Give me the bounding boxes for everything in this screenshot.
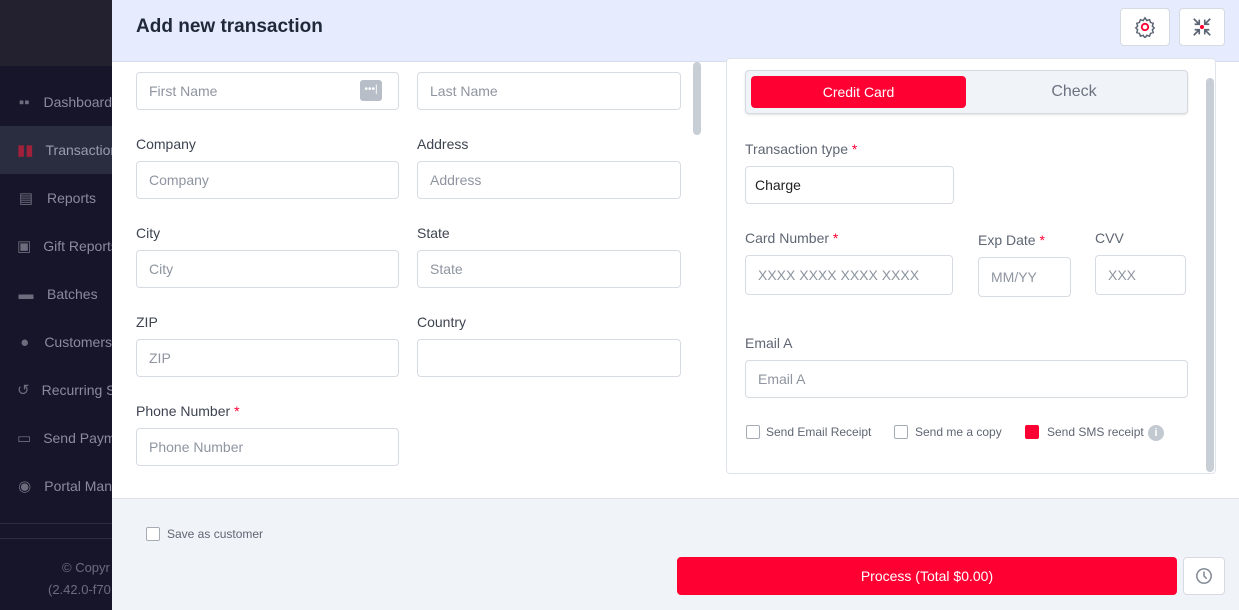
save-customer-checkbox[interactable] [146,527,160,541]
exp-date-input[interactable]: MM/YY [978,257,1071,297]
copyright-text: © Copyr [62,560,110,575]
portal-icon: ◉ [18,478,32,495]
add-transaction-panel: Add new transaction First Name •••| Last… [112,0,1239,610]
version-text: (2.42.0-f70 [48,582,111,597]
grid-icon: ▪▪ [18,93,30,111]
receipt-icon: ▮▮ [17,142,34,159]
city-label: City [136,225,161,241]
country-select[interactable] [417,339,681,377]
company-input[interactable]: Company [136,161,399,199]
address-input[interactable]: Address [417,161,681,199]
panel-footer: Save as customer Process (Total $0.00) [112,498,1239,610]
info-icon[interactable]: i [1148,425,1164,441]
phone-label: Phone Number * [136,403,240,419]
recurring-icon: ↺ [17,382,30,399]
settings-button[interactable] [1120,8,1170,46]
state-label: State [417,225,450,241]
card-number-label: Card Number * [745,230,839,246]
card-number-input[interactable]: XXXX XXXX XXXX XXXX [745,255,953,295]
email-input[interactable]: Email A [745,360,1188,398]
state-input[interactable]: State [417,250,681,288]
gift-icon: ▣ [17,238,32,255]
sidebar-item-recurring[interactable]: ↺ Recurring S [0,366,112,414]
last-name-input[interactable]: Last Name [417,72,681,110]
sidebar: ▪▪Dashboard ▮▮Transactions ▤Reports ▣Gif… [0,0,112,610]
divider [0,538,112,539]
email-label: Email A [745,335,793,351]
exp-date-label: Exp Date * [978,232,1045,248]
page-title: Add new transaction [136,16,323,37]
autofill-icon[interactable]: •••| [360,80,382,101]
gear-icon [1134,16,1156,38]
phone-input[interactable]: Phone Number [136,428,399,466]
clock-icon [1196,568,1212,584]
address-label: Address [417,136,469,152]
send-sms-receipt-label: Send SMS receipt [1047,425,1144,439]
sidebar-item-gift-reports[interactable]: ▣ Gift Reports [0,222,112,270]
zip-label: ZIP [136,314,158,330]
sidebar-item-send-payment[interactable]: ▭ Send Paym [0,414,112,462]
zip-input[interactable]: ZIP [136,339,399,377]
card-icon: ▭ [17,430,32,447]
scrollbar[interactable] [693,62,701,135]
collapse-icon [1193,18,1211,36]
sidebar-item-reports[interactable]: ▤ Reports [0,174,112,222]
collapse-button[interactable] [1179,8,1225,46]
company-label: Company [136,136,196,152]
city-input[interactable]: City [136,250,399,288]
transaction-type-select[interactable]: Charge [745,166,954,204]
divider [0,523,112,524]
wallet-icon: ▬ [18,285,34,303]
cvv-label: CVV [1095,230,1124,246]
sidebar-logo-area [0,0,112,66]
sidebar-item-dashboard[interactable]: ▪▪ Dashboard [0,78,112,126]
scrollbar[interactable] [1206,78,1214,472]
panel-header: Add new transaction [112,0,1239,62]
process-button[interactable]: Process (Total $0.00) [677,557,1177,595]
send-email-receipt-checkbox[interactable] [746,425,760,439]
tab-check[interactable]: Check [966,76,1182,108]
users-icon: ● [20,333,30,351]
transaction-type-label: Transaction type * [745,141,858,157]
send-sms-receipt-checkbox[interactable] [1025,425,1039,439]
cvv-input[interactable]: XXX [1095,255,1186,295]
send-email-receipt-label: Send Email Receipt [766,425,872,439]
country-label: Country [417,314,467,330]
save-customer-label: Save as customer [167,527,264,541]
sidebar-item-transactions[interactable]: ▮▮Transactions [0,126,112,174]
list-icon: ▤ [18,190,34,207]
tab-credit-card[interactable]: Credit Card [751,76,966,108]
sidebar-item-batches[interactable]: ▬ Batches [0,270,112,318]
send-me-copy-label: Send me a copy [915,425,1002,439]
send-me-copy-checkbox[interactable] [894,425,908,439]
sidebar-item-portal[interactable]: ◉ Portal Man [0,462,112,510]
sidebar-item-customers[interactable]: ● Customers [0,318,112,366]
history-button[interactable] [1183,557,1225,595]
